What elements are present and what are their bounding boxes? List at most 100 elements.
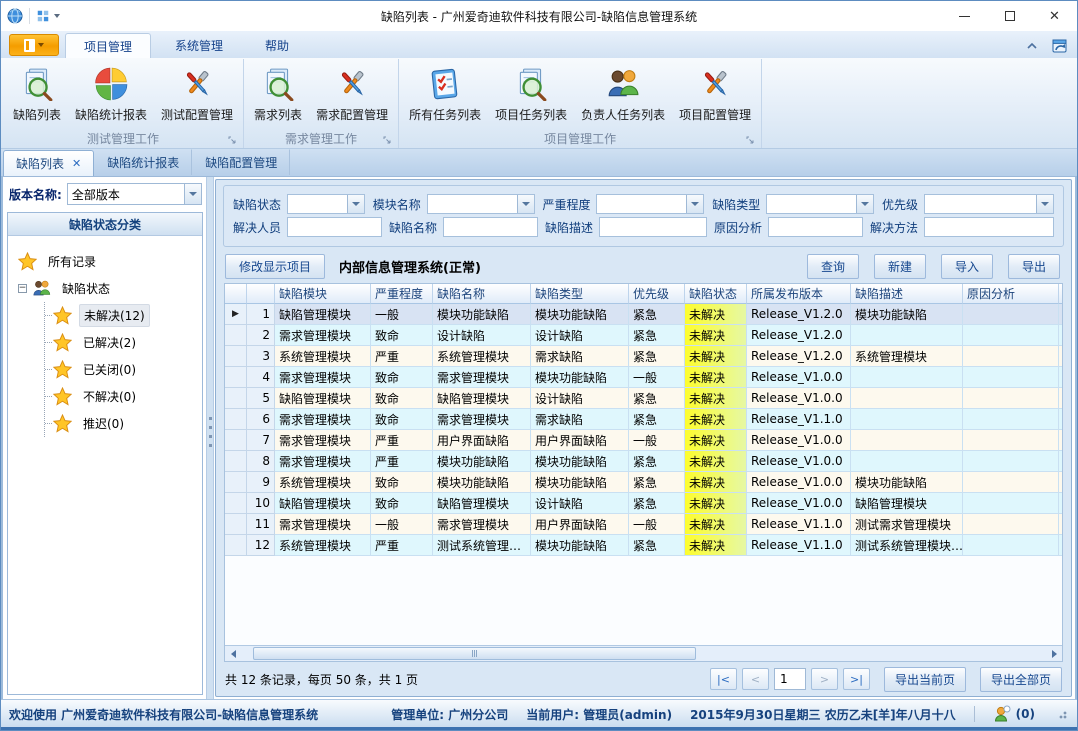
cause-analysis-field[interactable] bbox=[768, 217, 863, 237]
export-all-pages-button[interactable]: 导出全部页 bbox=[980, 667, 1062, 692]
tree-item-all-records[interactable]: 所有记录 bbox=[18, 248, 198, 275]
defect-status-input[interactable] bbox=[288, 195, 347, 213]
quick-access-toolbar-button[interactable] bbox=[36, 9, 60, 23]
dialog-launcher-icon[interactable] bbox=[228, 136, 237, 145]
module-name-input[interactable] bbox=[428, 195, 517, 213]
chevron-down-icon[interactable] bbox=[1036, 195, 1053, 213]
scrollbar-thumb[interactable] bbox=[253, 647, 696, 660]
tree-item-unresolved[interactable]: 未解决(12) bbox=[53, 302, 198, 329]
scroll-left-icon[interactable] bbox=[225, 646, 241, 661]
header-severity[interactable]: 严重程度 bbox=[371, 284, 433, 304]
solution-input[interactable] bbox=[925, 218, 1053, 236]
tree-item-closed[interactable]: 已关闭(0) bbox=[53, 356, 198, 383]
message-indicator[interactable]: (0) bbox=[993, 705, 1035, 723]
resolver-input[interactable] bbox=[288, 218, 381, 236]
doc-tab-defect-report[interactable]: 缺陷统计报表 bbox=[94, 149, 192, 175]
dialog-launcher-icon[interactable] bbox=[746, 136, 755, 145]
header-priority[interactable]: 优先级 bbox=[629, 284, 685, 304]
scrollbar-track[interactable] bbox=[241, 647, 1046, 660]
resize-grip-icon[interactable] bbox=[1057, 709, 1067, 719]
header-status[interactable]: 缺陷状态 bbox=[685, 284, 747, 304]
defect-list-button[interactable]: 缺陷列表 bbox=[6, 63, 68, 125]
table-row[interactable]: 11需求管理模块一般需求管理模块用户界面缺陷一般未解决Release_V1.1.… bbox=[225, 514, 1062, 535]
prev-page-button[interactable]: < bbox=[742, 668, 769, 690]
doc-tab-defect-config[interactable]: 缺陷配置管理 bbox=[192, 149, 290, 175]
chevron-down-icon[interactable] bbox=[856, 195, 873, 213]
module-name-dropdown[interactable] bbox=[427, 194, 535, 214]
all-tasks-button[interactable]: 所有任务列表 bbox=[402, 63, 488, 125]
dialog-launcher-icon[interactable] bbox=[383, 136, 392, 145]
table-row[interactable]: 4需求管理模块致命需求管理模块模块功能缺陷一般未解决Release_V1.0.0 bbox=[225, 367, 1062, 388]
import-button[interactable]: 导入 bbox=[941, 254, 993, 279]
tree-item-defect-status[interactable]: − 缺陷状态 bbox=[18, 275, 198, 302]
project-tasks-button[interactable]: 项目任务列表 bbox=[488, 63, 574, 125]
resolver-field[interactable] bbox=[287, 217, 382, 237]
table-row[interactable]: 7需求管理模块严重用户界面缺陷用户界面缺陷一般未解决Release_V1.0.0 bbox=[225, 430, 1062, 451]
table-row[interactable]: 2需求管理模块致命设计缺陷设计缺陷紧急未解决Release_V1.2.0 bbox=[225, 325, 1062, 346]
defect-desc-input[interactable] bbox=[600, 218, 706, 236]
maximize-button[interactable] bbox=[987, 1, 1032, 31]
priority-dropdown[interactable] bbox=[924, 194, 1054, 214]
defect-status-dropdown[interactable] bbox=[287, 194, 365, 214]
tree-item-wont-fix[interactable]: 不解决(0) bbox=[53, 383, 198, 410]
page-number-input[interactable] bbox=[774, 668, 806, 690]
table-row[interactable]: 3系统管理模块严重系统管理模块需求缺陷紧急未解决Release_V1.2.0系统… bbox=[225, 346, 1062, 367]
application-menu-button[interactable] bbox=[9, 34, 59, 56]
defect-type-input[interactable] bbox=[767, 195, 856, 213]
help-icon[interactable] bbox=[1051, 37, 1069, 55]
table-row[interactable]: 12系统管理模块严重测试系统管理…模块功能缺陷紧急未解决Release_V1.1… bbox=[225, 535, 1062, 556]
export-button[interactable]: 导出 bbox=[1008, 254, 1060, 279]
chevron-down-icon[interactable] bbox=[686, 195, 703, 213]
defect-desc-field[interactable] bbox=[599, 217, 707, 237]
solution-field[interactable] bbox=[924, 217, 1054, 237]
requirement-config-button[interactable]: 需求配置管理 bbox=[309, 63, 395, 125]
close-button[interactable]: ✕ bbox=[1032, 1, 1077, 31]
table-row[interactable]: 9系统管理模块致命模块功能缺陷模块功能缺陷紧急未解决Release_V1.0.0… bbox=[225, 472, 1062, 493]
table-row[interactable]: 5缺陷管理模块致命缺陷管理模块设计缺陷紧急未解决Release_V1.0.0 bbox=[225, 388, 1062, 409]
export-current-page-button[interactable]: 导出当前页 bbox=[884, 667, 966, 692]
scroll-right-icon[interactable] bbox=[1046, 646, 1062, 661]
last-page-button[interactable]: >| bbox=[843, 668, 870, 690]
table-row[interactable]: 8需求管理模块严重模块功能缺陷模块功能缺陷紧急未解决Release_V1.0.0 bbox=[225, 451, 1062, 472]
chevron-down-icon[interactable] bbox=[184, 184, 201, 204]
header-analysis[interactable]: 原因分析 bbox=[963, 284, 1059, 304]
priority-input[interactable] bbox=[925, 195, 1036, 213]
modify-columns-button[interactable]: 修改显示项目 bbox=[225, 254, 325, 279]
severity-dropdown[interactable] bbox=[596, 194, 704, 214]
table-row[interactable]: 6需求管理模块致命需求管理模块需求缺陷紧急未解决Release_V1.1.0 bbox=[225, 409, 1062, 430]
close-tab-icon[interactable]: ✕ bbox=[72, 157, 81, 170]
collapse-ribbon-button[interactable] bbox=[1021, 37, 1043, 55]
ribbon-tab-system[interactable]: 系统管理 bbox=[157, 33, 241, 58]
header-name[interactable]: 缺陷名称 bbox=[433, 284, 531, 304]
defect-report-button[interactable]: 缺陷统计报表 bbox=[68, 63, 154, 125]
tree-item-resolved[interactable]: 已解决(2) bbox=[53, 329, 198, 356]
horizontal-scrollbar[interactable] bbox=[225, 645, 1062, 661]
minimize-button[interactable] bbox=[942, 1, 987, 31]
header-type[interactable]: 缺陷类型 bbox=[531, 284, 629, 304]
header-desc[interactable]: 缺陷描述 bbox=[851, 284, 963, 304]
query-button[interactable]: 查询 bbox=[807, 254, 859, 279]
cause-analysis-input[interactable] bbox=[769, 218, 862, 236]
defect-name-field[interactable] bbox=[443, 217, 538, 237]
severity-input[interactable] bbox=[597, 195, 686, 213]
owner-tasks-button[interactable]: 负责人任务列表 bbox=[574, 63, 672, 125]
version-combo[interactable]: 全部版本 bbox=[67, 183, 202, 205]
ribbon-tab-project[interactable]: 项目管理 bbox=[65, 33, 151, 58]
table-row[interactable]: ▶1缺陷管理模块一般模块功能缺陷模块功能缺陷紧急未解决Release_V1.2.… bbox=[225, 304, 1062, 325]
test-config-button[interactable]: 测试配置管理 bbox=[154, 63, 240, 125]
header-solution[interactable]: 解决方法 bbox=[1059, 284, 1062, 304]
tree-item-postponed[interactable]: 推迟(0) bbox=[53, 410, 198, 437]
ribbon-tab-help[interactable]: 帮助 bbox=[247, 33, 307, 58]
header-module[interactable]: 缺陷模块 bbox=[275, 284, 371, 304]
next-page-button[interactable]: > bbox=[811, 668, 838, 690]
project-config-button[interactable]: 项目配置管理 bbox=[672, 63, 758, 125]
first-page-button[interactable]: |< bbox=[710, 668, 737, 690]
defect-name-input[interactable] bbox=[444, 218, 537, 236]
collapse-node-icon[interactable]: − bbox=[18, 284, 27, 293]
chevron-down-icon[interactable] bbox=[517, 195, 534, 213]
requirement-list-button[interactable]: 需求列表 bbox=[247, 63, 309, 125]
header-version[interactable]: 所属发布版本 bbox=[747, 284, 851, 304]
doc-tab-defect-list[interactable]: 缺陷列表 ✕ bbox=[3, 150, 94, 176]
sidebar-splitter[interactable] bbox=[206, 177, 214, 699]
table-row[interactable]: 10缺陷管理模块致命缺陷管理模块设计缺陷紧急未解决Release_V1.0.0缺… bbox=[225, 493, 1062, 514]
